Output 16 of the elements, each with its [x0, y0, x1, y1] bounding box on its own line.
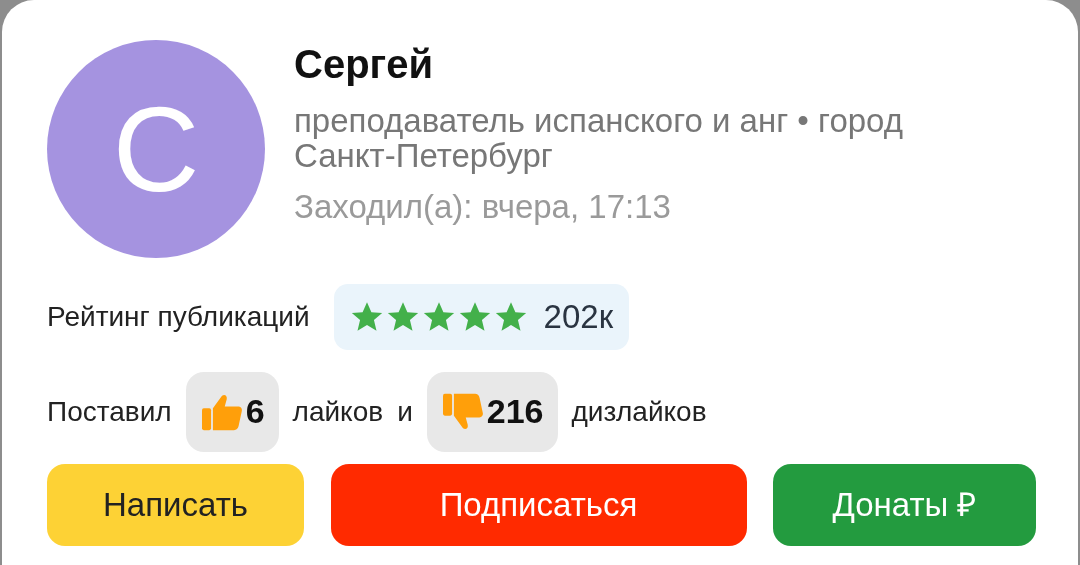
- avatar: С: [47, 40, 265, 258]
- reaction-text: лайков: [292, 394, 384, 429]
- reaction-text: Поставил: [47, 394, 172, 429]
- write-button[interactable]: Написать: [47, 463, 304, 546]
- like-count: 216: [486, 391, 544, 432]
- rating-label: Рейтинг публикаций: [47, 299, 310, 334]
- thumbs-down-icon: [440, 391, 485, 432]
- rating-count: 202к: [543, 297, 614, 337]
- last-seen-text: Заходил(а): вчера, 17:13: [294, 187, 672, 227]
- donate-button[interactable]: Донаты ₽: [773, 463, 1036, 546]
- like-count: 6: [245, 391, 265, 432]
- subscribe-button[interactable]: Подписаться: [330, 463, 747, 546]
- reaction-text: дизлайков: [571, 394, 707, 429]
- user-name: Сергей: [294, 42, 435, 86]
- reaction-text: и: [397, 394, 413, 429]
- user-description: преподаватель испанского и анг • город Санкт-Петербург: [294, 104, 904, 174]
